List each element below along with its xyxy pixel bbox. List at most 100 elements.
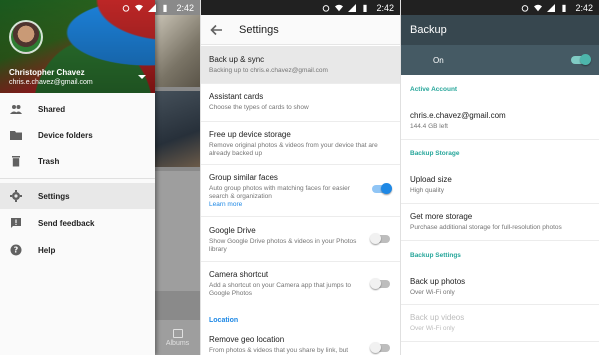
feedback-icon xyxy=(11,218,21,228)
setting-title: Google Drive xyxy=(209,226,256,235)
drawer-item-trash[interactable]: Trash xyxy=(0,148,155,174)
folder-icon xyxy=(10,131,22,140)
drawer-item-help[interactable]: ? Help xyxy=(0,237,155,263)
settings-screen: 2:42 Settings Back up & sync Backing up … xyxy=(200,0,400,355)
drawer-divider xyxy=(0,178,155,179)
setting-subtitle: From photos & videos that you share by l… xyxy=(209,347,349,354)
backup-screen: 2:42 Backup On Active Account chris.e.ch… xyxy=(400,0,599,355)
gear-icon xyxy=(10,190,22,202)
drawer-item-label: Settings xyxy=(38,191,70,201)
drawer-item-settings[interactable]: Settings xyxy=(0,183,155,209)
user-email: chris.e.chavez@gmail.com xyxy=(9,79,93,86)
setting-google-drive[interactable]: Google Drive Show Google Drive photos & … xyxy=(201,217,400,262)
on-label: On xyxy=(433,55,444,65)
status-time: 2:42 xyxy=(575,2,593,13)
upload-size-value: High quality xyxy=(410,187,444,194)
photo-thumbnail[interactable] xyxy=(155,15,200,87)
alarm-icon xyxy=(123,4,130,12)
group-faces-toggle[interactable] xyxy=(372,183,392,194)
photo-thumbnail[interactable] xyxy=(155,171,200,291)
backup-photos-title: Back up photos xyxy=(410,277,466,286)
signal-icon xyxy=(547,3,556,12)
setting-backup-sync[interactable]: Back up & sync Backing up to chris.e.cha… xyxy=(201,46,400,84)
upload-size-title: Upload size xyxy=(410,175,452,184)
trash-icon xyxy=(12,156,20,167)
backup-photos-item[interactable]: Back up photos Over Wi-Fi only xyxy=(401,272,599,305)
page-title: Settings xyxy=(239,23,279,36)
drawer-item-label: Shared xyxy=(38,104,66,114)
setting-subtitle: Add a shortcut on your Camera app that j… xyxy=(209,282,351,297)
backup-videos-item[interactable]: Back up videos Over Wi-Fi only xyxy=(401,308,599,342)
drawer-item-shared[interactable]: Shared xyxy=(0,96,155,122)
setting-title: Back up & sync xyxy=(209,55,265,64)
setting-subtitle: Show Google Drive photos & videos in you… xyxy=(209,238,357,253)
get-storage-title: Get more storage xyxy=(410,212,473,221)
section-header-location: Location xyxy=(209,317,239,324)
status-bar: 2:42 xyxy=(0,0,200,15)
back-arrow-icon[interactable] xyxy=(209,23,223,37)
settings-toolbar: Settings xyxy=(201,15,400,45)
chevron-down-icon[interactable] xyxy=(138,75,146,79)
alarm-icon xyxy=(522,4,529,12)
setting-title: Remove geo location xyxy=(209,335,285,344)
backup-master-switch-bar[interactable]: On xyxy=(401,45,599,75)
setting-title: Camera shortcut xyxy=(209,270,269,279)
section-header-active-account: Active Account xyxy=(410,86,458,93)
wifi-icon xyxy=(534,4,543,11)
setting-assistant-cards[interactable]: Assistant cards Choose the types of card… xyxy=(201,84,400,122)
setting-camera-shortcut[interactable]: Camera shortcut Add a shortcut on your C… xyxy=(201,262,400,306)
photo-thumbnail[interactable] xyxy=(155,91,200,167)
battery-icon xyxy=(363,4,368,12)
drawer-item-label: Send feedback xyxy=(38,218,95,228)
wifi-icon xyxy=(335,4,344,11)
backup-photos-subtitle: Over Wi-Fi only xyxy=(410,289,455,296)
backup-videos-title: Back up videos xyxy=(410,313,465,322)
remove-geo-toggle[interactable] xyxy=(370,342,390,353)
backup-toolbar: Backup xyxy=(401,15,599,45)
user-name: Christopher Chavez xyxy=(9,68,85,77)
status-time: 2:42 xyxy=(176,2,194,13)
setting-title: Assistant cards xyxy=(209,92,264,101)
backup-toggle[interactable] xyxy=(571,54,591,65)
signal-icon xyxy=(348,3,357,12)
setting-group-faces[interactable]: Group similar faces Auto group photos wi… xyxy=(201,165,400,217)
avatar[interactable] xyxy=(9,20,43,54)
svg-text:?: ? xyxy=(14,246,19,255)
upload-size-item[interactable]: Upload size High quality xyxy=(401,170,599,204)
drawer-item-device-folders[interactable]: Device folders xyxy=(0,122,155,148)
setting-free-up-storage[interactable]: Free up device storage Remove original p… xyxy=(201,122,400,165)
section-header-backup-settings: Backup Settings xyxy=(410,252,461,259)
setting-title: Free up device storage xyxy=(209,130,291,139)
get-storage-subtitle: Purchase additional storage for full-res… xyxy=(410,224,562,231)
albums-tab[interactable]: Albums xyxy=(155,320,200,355)
setting-subtitle: Backing up to chris.e.chavez@gmail.com xyxy=(209,67,328,74)
status-bar: 2:42 xyxy=(201,0,400,15)
drawer-item-label: Device folders xyxy=(38,130,93,140)
active-account-item[interactable]: chris.e.chavez@gmail.com 144.4 GB left xyxy=(401,106,599,140)
status-bar: 2:42 xyxy=(401,0,599,15)
learn-more-link[interactable]: Learn more xyxy=(209,201,357,209)
albums-icon xyxy=(172,328,183,338)
account-storage: 144.4 GB left xyxy=(410,123,448,130)
camera-shortcut-toggle[interactable] xyxy=(370,278,390,289)
section-header-backup-storage: Backup Storage xyxy=(410,150,460,157)
drawer-screen: Albums 2:42 Christopher Chavez chris.e.c… xyxy=(0,0,200,355)
setting-subtitle: Auto group photos with matching faces fo… xyxy=(209,185,350,200)
backup-videos-subtitle: Over Wi-Fi only xyxy=(410,325,455,332)
account-email: chris.e.chavez@gmail.com xyxy=(410,111,506,120)
albums-tab-label: Albums xyxy=(165,339,190,347)
get-more-storage-item[interactable]: Get more storage Purchase additional sto… xyxy=(401,205,599,241)
battery-icon xyxy=(562,4,567,12)
wifi-icon xyxy=(135,4,144,11)
drawer-item-label: Help xyxy=(38,245,56,255)
setting-title: Group similar faces xyxy=(209,173,278,182)
setting-remove-geo-location[interactable]: Remove geo location From photos & videos… xyxy=(201,330,400,355)
drawer-item-send-feedback[interactable]: Send feedback xyxy=(0,210,155,236)
navigation-drawer: Christopher Chavez chris.e.chavez@gmail.… xyxy=(0,0,155,355)
google-drive-toggle[interactable] xyxy=(370,233,390,244)
alarm-icon xyxy=(323,4,330,12)
drawer-item-label: Trash xyxy=(38,156,60,166)
setting-subtitle: Remove original photos & videos from you… xyxy=(209,142,378,157)
battery-icon xyxy=(163,4,168,12)
status-time: 2:42 xyxy=(376,2,394,13)
